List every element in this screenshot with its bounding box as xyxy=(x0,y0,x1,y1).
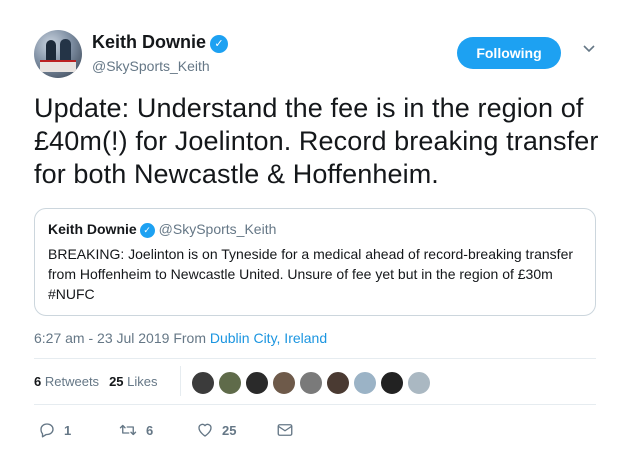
engagement-stats: 6 Retweets 25 Likes xyxy=(34,374,158,389)
like-button[interactable]: 25 xyxy=(196,418,236,442)
reply-button[interactable]: 1 xyxy=(38,418,71,442)
quoted-tweet-text: BREAKING: Joelinton is on Tyneside for a… xyxy=(48,246,574,302)
retweets-label: Retweets xyxy=(44,374,100,389)
avatar-4-icon[interactable] xyxy=(272,371,296,395)
verified-badge-icon: ✓ xyxy=(210,35,229,53)
quoted-author-handle: @SkySports_Keith xyxy=(158,221,277,237)
avatar-desk xyxy=(40,60,76,72)
tweet-actions: 1 6 25 xyxy=(34,418,434,442)
from-label: From xyxy=(173,330,206,346)
quoted-tweet-card[interactable]: Keith Downie ✓ @SkySports_Keith BREAKING: … xyxy=(34,208,596,316)
avatar-figure-right xyxy=(60,39,71,62)
retweet-icon xyxy=(119,424,137,436)
quoted-tweet-header: Keith Downie ✓ @SkySports_Keith xyxy=(48,221,276,238)
avatar-2-icon[interactable] xyxy=(218,371,242,395)
tweet-timestamp[interactable]: 6:27 am - 23 Jul 2019 xyxy=(34,330,169,346)
retweets-count: 6 xyxy=(34,374,42,389)
quoted-author-name: Keith Downie xyxy=(48,221,137,237)
author-name[interactable]: Keith Downie ✓ xyxy=(92,32,229,53)
avatar-6-icon[interactable] xyxy=(326,371,350,395)
author-handle[interactable]: @SkySports_Keith xyxy=(92,58,210,74)
direct-message-button[interactable] xyxy=(276,418,294,442)
retweet-count: 6 xyxy=(146,422,154,438)
stats-separator xyxy=(180,366,181,396)
heart-icon xyxy=(198,423,212,437)
likes-stat[interactable]: 25 Likes xyxy=(109,374,157,389)
tweet-timestamp-line: 6:27 am - 23 Jul 2019 From Dublin City, … xyxy=(34,330,327,346)
avatar-figure-left xyxy=(46,40,56,62)
tweet-header: Keith Downie ✓ @SkySports_Keith Following xyxy=(34,26,604,86)
avatar-1-icon[interactable] xyxy=(191,371,215,395)
avatar-5-icon[interactable] xyxy=(299,371,323,395)
divider xyxy=(34,404,596,405)
likes-count: 25 xyxy=(109,374,124,389)
like-count: 25 xyxy=(222,422,237,438)
tweet-text: Update: Understand the fee is in the reg… xyxy=(34,93,599,189)
following-button[interactable]: Following xyxy=(457,37,561,69)
avatar-9-default-icon[interactable] xyxy=(407,371,431,395)
author-name-text[interactable]: Keith Downie xyxy=(92,32,206,52)
location-link[interactable]: Dublin City, Ireland xyxy=(210,330,327,346)
chevron-down-icon[interactable] xyxy=(579,40,599,60)
avatar-8-icon[interactable] xyxy=(380,371,404,395)
reply-count: 1 xyxy=(64,422,72,438)
author-avatar[interactable] xyxy=(34,30,82,78)
avatar-3-icon[interactable] xyxy=(245,371,269,395)
reply-icon xyxy=(40,423,54,438)
avatar-7-icon[interactable] xyxy=(353,371,377,395)
retweet-button[interactable]: 6 xyxy=(118,418,153,442)
divider xyxy=(34,358,596,359)
envelope-icon xyxy=(277,424,293,436)
likes-label: Likes xyxy=(127,374,158,389)
verified-badge-icon: ✓ xyxy=(139,223,155,238)
retweets-stat[interactable]: 6 Retweets xyxy=(34,374,99,389)
